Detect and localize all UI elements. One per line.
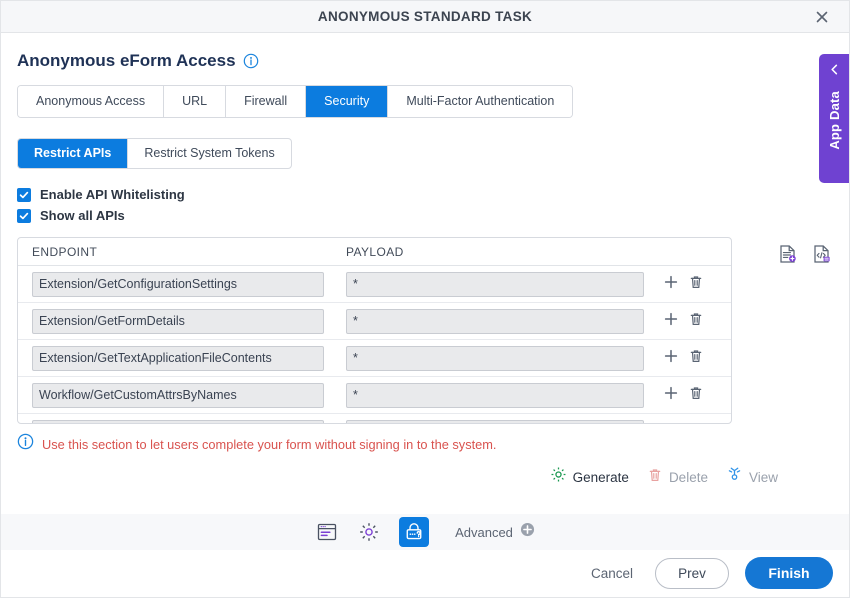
export-code-document-icon[interactable] [811, 243, 833, 265]
advanced-label: Advanced [455, 524, 513, 540]
checkbox-label-enable-api-whitelisting: Enable API Whitelisting [40, 187, 185, 202]
tab-multi-factor-authentication[interactable]: Multi-Factor Authentication [388, 86, 573, 117]
endpoint-input[interactable]: Extension/GetFormDetails [32, 308, 324, 334]
action-link-group: Generate Delete View [17, 466, 833, 488]
generate-button[interactable]: Generate [550, 466, 629, 488]
table-row: Workflow/GetCustomAttrsByNames * [18, 377, 731, 414]
tab-anonymous-access[interactable]: Anonymous Access [18, 86, 165, 117]
generate-label: Generate [572, 469, 629, 485]
table-header-row: ENDPOINT PAYLOAD [18, 238, 731, 266]
form-window-icon[interactable] [315, 520, 339, 544]
payload-input[interactable]: * [346, 345, 644, 371]
page-header: Anonymous eForm Access [17, 33, 833, 85]
row-actions [663, 348, 704, 369]
trash-icon[interactable] [688, 274, 704, 295]
tab-url[interactable]: URL [164, 86, 227, 117]
lock-question-icon[interactable] [399, 517, 430, 547]
plus-icon[interactable] [663, 385, 679, 406]
app-data-label: App Data [826, 91, 842, 150]
table-row: Extension/GetTextApplicationFileContents… [18, 340, 731, 377]
plus-icon[interactable] [663, 311, 679, 332]
endpoint-input[interactable] [32, 419, 324, 423]
payload-input[interactable]: * [346, 271, 644, 297]
page-title: Anonymous eForm Access [17, 51, 236, 70]
info-note: Use this section to let users complete y… [17, 433, 833, 455]
import-document-icon[interactable] [777, 243, 799, 265]
prev-button[interactable]: Prev [655, 557, 729, 589]
cancel-button[interactable]: Cancel [585, 562, 639, 585]
table-row: Extension/GetFormDetails * [18, 303, 731, 340]
view-button[interactable]: View [726, 466, 778, 488]
dialog-content: Anonymous eForm Access Anonymous Access … [1, 33, 849, 488]
delete-label: Delete [668, 469, 708, 485]
plus-circle-icon[interactable] [520, 522, 535, 542]
checkbox-group: Enable API Whitelisting Show all APIs [17, 187, 833, 223]
dialog-window: ANONYMOUS STANDARD TASK Anonymous eForm … [0, 0, 850, 598]
checkbox-show-all-apis[interactable] [17, 208, 31, 223]
row-actions [663, 311, 704, 332]
dialog-footer: Cancel Prev Finish [585, 557, 833, 589]
close-icon[interactable] [809, 4, 835, 30]
window-title: ANONYMOUS STANDARD TASK [317, 9, 533, 24]
view-label: View [748, 469, 778, 485]
main-tab-bar: Anonymous Access URL Firewall Security M… [17, 85, 574, 118]
plus-icon[interactable] [663, 348, 679, 369]
column-header-endpoint: ENDPOINT [32, 244, 98, 259]
view-key-icon [726, 466, 743, 488]
bottom-toolbar: Advanced [1, 514, 849, 550]
endpoint-input[interactable]: Extension/GetConfigurationSettings [32, 271, 324, 297]
table-toolbar [777, 243, 833, 265]
plus-icon[interactable] [663, 422, 679, 424]
payload-input[interactable]: * [346, 382, 644, 408]
payload-input[interactable] [346, 419, 644, 423]
tab-firewall[interactable]: Firewall [226, 86, 307, 117]
checkbox-row-show-all-apis: Show all APIs [17, 208, 833, 223]
advanced-button[interactable]: Advanced [455, 522, 535, 542]
trash-icon[interactable] [688, 348, 704, 369]
delete-button[interactable]: Delete [647, 467, 708, 488]
checkbox-label-show-all-apis: Show all APIs [40, 208, 125, 223]
column-header-payload: PAYLOAD [346, 244, 404, 259]
plus-icon[interactable] [663, 274, 679, 295]
subtab-restrict-apis[interactable]: Restrict APIs [18, 139, 129, 168]
sub-tab-bar: Restrict APIs Restrict System Tokens [17, 138, 292, 169]
api-whitelist-table[interactable]: ENDPOINT PAYLOAD Extension/GetConfigurat… [17, 237, 732, 424]
row-actions [663, 274, 704, 295]
info-circle-icon[interactable] [243, 53, 259, 69]
payload-input[interactable]: * [346, 308, 644, 334]
finish-button[interactable]: Finish [745, 557, 833, 589]
trash-icon[interactable] [688, 385, 704, 406]
app-data-panel-tab[interactable]: App Data [819, 54, 849, 183]
trash-icon [647, 467, 663, 488]
trash-icon[interactable] [688, 422, 704, 424]
info-note-text: Use this section to let users complete y… [42, 436, 497, 452]
tab-security[interactable]: Security [306, 86, 389, 117]
subtab-restrict-system-tokens[interactable]: Restrict System Tokens [128, 139, 290, 168]
row-actions [663, 385, 704, 406]
checkbox-row-enable-api-whitelisting: Enable API Whitelisting [17, 187, 833, 202]
info-circle-icon [17, 433, 34, 455]
checkbox-enable-api-whitelisting[interactable] [17, 187, 31, 202]
gear-icon[interactable] [357, 520, 381, 544]
chevron-left-icon [828, 63, 841, 81]
table-row: Extension/GetConfigurationSettings * [18, 266, 731, 303]
trash-icon[interactable] [688, 311, 704, 332]
endpoint-input[interactable]: Workflow/GetCustomAttrsByNames [32, 382, 324, 408]
endpoint-input[interactable]: Extension/GetTextApplicationFileContents [32, 345, 324, 371]
gear-icon [550, 466, 567, 488]
table-row [18, 414, 731, 424]
title-bar: ANONYMOUS STANDARD TASK [1, 1, 849, 33]
row-actions [663, 422, 704, 424]
